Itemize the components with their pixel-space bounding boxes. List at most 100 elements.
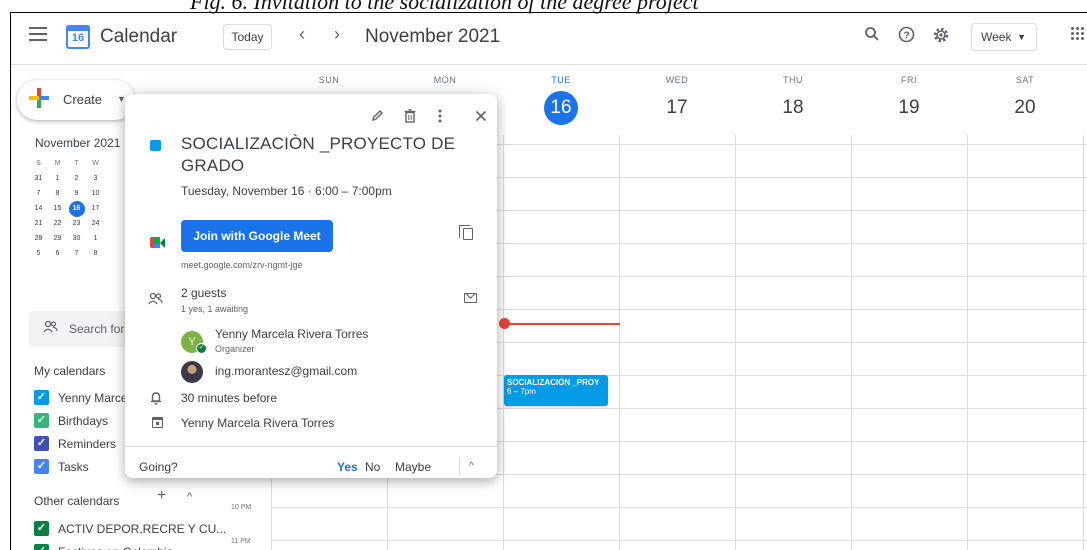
- mini-calendar-day[interactable]: 9: [67, 186, 86, 201]
- rsvp-maybe-button[interactable]: Maybe: [395, 460, 431, 474]
- settings-icon[interactable]: [932, 26, 950, 49]
- close-icon[interactable]: [475, 109, 487, 125]
- guests-summary: 1 yes, 1 awaiting: [181, 304, 249, 314]
- event-details-popup: SOCIALIZACIÒN _PROYECTO DE GRADO Tuesday…: [125, 94, 497, 478]
- search-people-input[interactable]: Search for: [29, 311, 139, 347]
- current-period-title: November 2021: [365, 26, 501, 47]
- mini-calendar-day[interactable]: 17: [86, 201, 105, 216]
- chevron-up-icon[interactable]: ^: [187, 491, 192, 503]
- mini-calendar-day[interactable]: 6: [48, 246, 67, 261]
- rsvp-no-button[interactable]: No: [365, 460, 380, 474]
- day-number[interactable]: 20: [1014, 97, 1035, 118]
- menu-icon[interactable]: [29, 27, 47, 41]
- event-chip-time: 6 – 7pm: [507, 387, 536, 396]
- calendar-app: 16 Calendar Today ‹ › November 2021 ? We…: [10, 12, 1087, 550]
- delete-icon[interactable]: [404, 109, 416, 126]
- help-icon[interactable]: ?: [898, 26, 915, 48]
- guest-name: ing.morantesz@gmail.com: [215, 364, 358, 378]
- mini-calendar-day[interactable]: 24: [86, 216, 105, 231]
- mini-calendar: S M T W 31 1 2 3 7 8 9 10 14 15 16 17 21 22 23 24 28 29 30 1 5 6 7…: [29, 156, 105, 261]
- event-chip[interactable]: SOCIALIZACIÒN _PROY 6 – 7pm: [504, 375, 608, 406]
- day-column-header[interactable]: FRI 19: [851, 75, 967, 125]
- mini-calendar-day[interactable]: 21: [29, 216, 48, 231]
- checkbox-icon[interactable]: ✓: [34, 521, 49, 536]
- mini-calendar-day[interactable]: 3: [86, 171, 105, 186]
- calendar-list-item-label: Tasks: [58, 460, 89, 474]
- join-meet-button[interactable]: Join with Google Meet: [181, 220, 333, 252]
- weekday-name: WED: [665, 75, 689, 85]
- checkbox-icon[interactable]: ✓: [34, 544, 49, 550]
- reminder-text: 30 minutes before: [181, 391, 278, 405]
- mini-calendar-day[interactable]: 23: [67, 216, 86, 231]
- mini-calendar-day[interactable]: 15: [48, 201, 67, 216]
- mini-calendar-day[interactable]: 29: [48, 231, 67, 246]
- event-chip-title: SOCIALIZACIÒN _PROY: [507, 378, 600, 387]
- day-number[interactable]: 19: [898, 97, 919, 118]
- mini-calendar-day[interactable]: 1: [48, 171, 67, 186]
- guests-count: 2 guests: [181, 286, 227, 300]
- mini-calendar-title: November 2021: [35, 136, 121, 150]
- rsvp-yes-button[interactable]: Yes: [337, 460, 358, 474]
- checkbox-icon[interactable]: ✓: [34, 436, 49, 451]
- mini-calendar-day[interactable]: 31: [29, 171, 48, 186]
- mini-calendar-day[interactable]: 14: [29, 201, 48, 216]
- mini-calendar-day[interactable]: 28: [29, 231, 48, 246]
- avatar: [181, 361, 203, 383]
- add-calendar-icon[interactable]: +: [157, 487, 166, 505]
- day-column-header[interactable]: WED 17: [619, 75, 735, 125]
- checkbox-icon[interactable]: ✓: [34, 459, 49, 474]
- apps-icon[interactable]: [1071, 27, 1085, 41]
- copy-icon[interactable]: [459, 225, 473, 240]
- chevron-down-icon: ▼: [1017, 32, 1026, 42]
- grid-hour-line: [271, 540, 1087, 541]
- mini-calendar-day[interactable]: 30: [67, 231, 86, 246]
- mini-calendar-day[interactable]: 5: [29, 246, 48, 261]
- meet-link[interactable]: meet.google.com/zrv-ngmt-jge: [181, 260, 303, 270]
- checkbox-icon[interactable]: ✓: [34, 413, 49, 428]
- mini-calendar-day[interactable]: 8: [86, 246, 105, 261]
- grid-hour-line: [271, 507, 1087, 508]
- day-number[interactable]: 18: [782, 97, 803, 118]
- weekday-name: SAT: [1015, 75, 1035, 85]
- day-number[interactable]: 16: [544, 91, 578, 125]
- mini-calendar-day[interactable]: 16: [67, 201, 86, 217]
- mini-calendar-day[interactable]: 7: [29, 186, 48, 201]
- app-title: Calendar: [100, 26, 178, 47]
- weekday-name: SUN: [318, 75, 340, 85]
- next-week-button[interactable]: ›: [334, 24, 340, 45]
- day-column-header[interactable]: THU 18: [735, 75, 851, 125]
- mini-calendar-day[interactable]: 22: [48, 216, 67, 231]
- other-calendars-title: Other calendars: [34, 494, 120, 508]
- checkbox-icon[interactable]: ✓: [34, 390, 49, 405]
- calendar-icon: [152, 417, 163, 428]
- guests-icon: [148, 292, 163, 308]
- mini-calendar-weekday: T: [74, 160, 79, 167]
- create-button[interactable]: Create ▼: [17, 80, 135, 120]
- mini-calendar-day[interactable]: 10: [86, 186, 105, 201]
- mini-calendar-day[interactable]: 2: [67, 171, 86, 186]
- email-guests-icon[interactable]: [464, 293, 477, 303]
- calendar-list-item-label: ACTIV DEPOR,RECRE Y CU...: [58, 522, 227, 536]
- weekday-name: TUE: [551, 75, 571, 85]
- mini-calendar-day[interactable]: 7: [67, 246, 86, 261]
- going-label: Going?: [139, 460, 178, 474]
- search-people-placeholder: Search for: [69, 322, 125, 336]
- weekday-name: MON: [433, 75, 457, 85]
- event-datetime: Tuesday, November 16 · 6:00 – 7:00pm: [181, 184, 392, 198]
- chevron-up-icon[interactable]: ^: [469, 461, 474, 472]
- guest-role: Organizer: [215, 344, 255, 354]
- day-column-header[interactable]: TUE 16: [503, 75, 619, 125]
- day-number[interactable]: 17: [666, 97, 687, 118]
- search-icon[interactable]: [864, 26, 880, 47]
- more-options-icon[interactable]: [438, 109, 442, 126]
- mini-calendar-day[interactable]: 8: [48, 186, 67, 201]
- edit-icon[interactable]: [371, 109, 384, 125]
- prev-week-button[interactable]: ‹: [299, 24, 305, 45]
- mini-calendar-day[interactable]: 1: [86, 231, 105, 246]
- view-selector[interactable]: Week ▼: [971, 23, 1037, 51]
- logo-day: 16: [71, 32, 85, 44]
- today-button[interactable]: Today: [223, 24, 272, 50]
- time-label: 11 PM: [231, 538, 251, 545]
- day-column-header[interactable]: SAT 20: [967, 75, 1083, 125]
- mini-calendar-weekday: M: [54, 160, 61, 167]
